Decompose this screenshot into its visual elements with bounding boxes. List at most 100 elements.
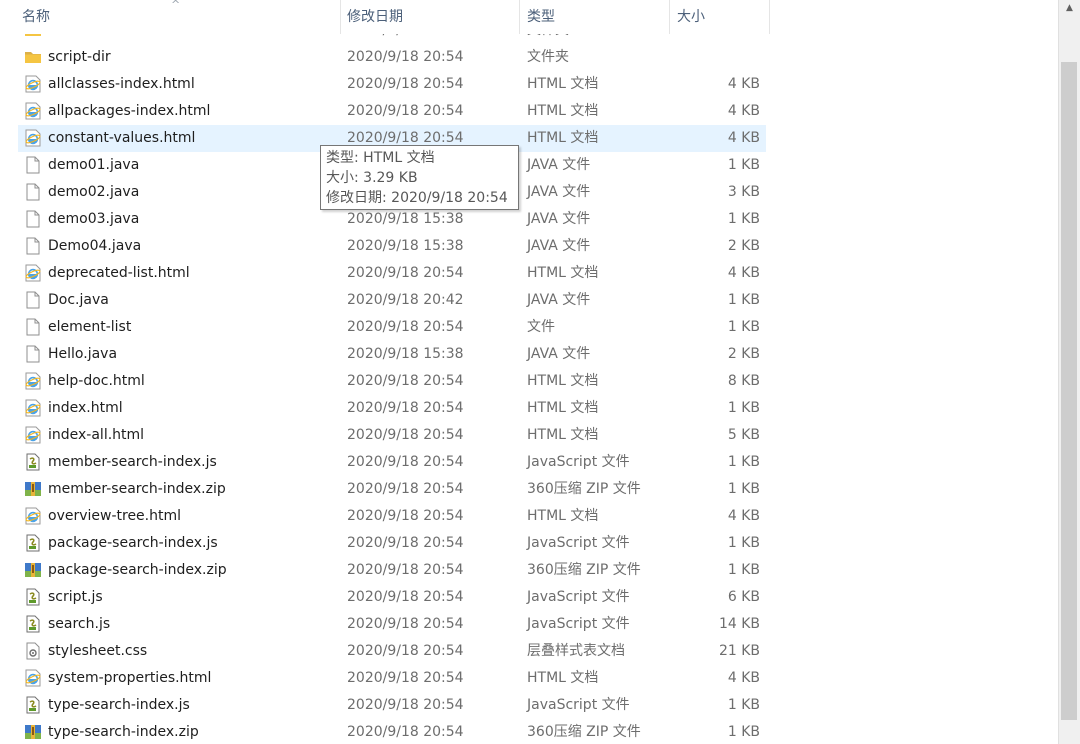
file-size: 1 KB [727,319,760,335]
file-type: JavaScript 文件 [527,454,630,470]
file-size: 14 KB [718,616,760,632]
zip-file-icon [24,480,42,498]
file-name: index-all.html [48,427,145,443]
file-name: index.html [48,400,123,416]
folder-file-icon [24,48,42,66]
column-name-label: 名称 [22,9,50,25]
file-row[interactable]: Demo04.java 2020/9/18 15:38 JAVA 文件 2 KB [0,233,1058,260]
file-size: 2 KB [727,238,760,254]
file-row[interactable]: demo03.java 2020/9/18 15:38 JAVA 文件 1 KB [0,206,1058,233]
file-row[interactable]: resources 2020/9/18 20:54 文件夹 [0,34,1058,44]
tooltip-type: 类型: HTML 文档 [326,150,435,166]
file-row[interactable]: element-list 2020/9/18 20:54 文件 1 KB [0,314,1058,341]
column-divider[interactable] [519,0,520,34]
file-size [672,34,760,44]
file-date: 2020/9/18 20:54 [347,481,464,497]
file-row[interactable]: type-search-index.zip 2020/9/18 20:54 360压… [0,719,1058,744]
file-date: 2020/9/18 20:54 [347,535,464,551]
file-name: help-doc.html [48,373,145,389]
file-name: search.js [48,616,111,632]
file-row[interactable]: allclasses-index.html 2020/9/18 20:54 HTML… [0,71,1058,98]
file-size: 1 KB [727,724,760,740]
file-size: 4 KB [727,670,760,686]
column-date-header[interactable]: 修改日期 [343,0,519,34]
column-divider[interactable] [340,0,341,34]
file-type: HTML 文档 [527,427,599,443]
file-type: 360压缩 ZIP 文件 [527,481,641,497]
file-size: 3 KB [727,184,760,200]
file-row[interactable]: index.html 2020/9/18 20:54 HTML 文档 1 KB [0,395,1058,422]
file-row[interactable]: allpackages-index.html 2020/9/18 20:54 HTM… [0,98,1058,125]
file-date: 2020/9/18 20:54 [347,724,464,740]
file-date: 2020/9/18 20:54 [347,427,464,443]
file-row[interactable]: Hello.java 2020/9/18 15:38 JAVA 文件 2 KB [0,341,1058,368]
file-row[interactable]: script-dir 2020/9/18 20:54 文件夹 [0,44,1058,71]
file-type: HTML 文档 [527,265,599,281]
file-row[interactable]: overview-tree.html 2020/9/18 20:54 HTML 文档… [0,503,1058,530]
file-row[interactable]: system-properties.html 2020/9/18 20:54 HTM… [0,665,1058,692]
file-size: 4 KB [727,130,760,146]
file-type: 层叠样式表文档 [527,643,625,659]
column-divider[interactable] [669,0,670,34]
html-file-icon [24,399,42,417]
zip-file-icon [24,723,42,741]
file-date: 2020/9/18 20:54 [347,34,464,44]
file-row[interactable]: Doc.java 2020/9/18 20:42 JAVA 文件 1 KB [0,287,1058,314]
file-name: type-search-index.js [48,697,190,713]
file-row[interactable]: member-search-index.js 2020/9/18 20:54 Jav… [0,449,1058,476]
file-name: demo02.java [48,184,140,200]
file-date: 2020/9/18 20:54 [347,643,464,659]
file-type: 文件 [527,319,555,335]
file-date: 2020/9/18 20:54 [347,697,464,713]
file-type: JavaScript 文件 [527,616,630,632]
file-row[interactable]: type-search-index.js 2020/9/18 20:54 JavaS… [0,692,1058,719]
file-name: element-list [48,319,132,335]
file-date: 2020/9/18 20:54 [347,265,464,281]
column-divider[interactable] [769,0,770,34]
file-date: 2020/9/18 20:54 [347,670,464,686]
scroll-up-arrow-icon[interactable]: ▲ [1059,0,1080,17]
file-name: Demo04.java [48,238,142,254]
file-file-icon [24,210,42,228]
file-row[interactable]: script.js 2020/9/18 20:54 JavaScript 文件 6 K… [0,584,1058,611]
file-row[interactable]: demo02.java2020/9/18 15:38JAVA 文件3 KB [0,179,1058,206]
file-size: 1 KB [727,697,760,713]
file-type: 文件夹 [527,34,569,44]
file-row[interactable]: member-search-index.zip 2020/9/18 20:54 36… [0,476,1058,503]
file-size: 1 KB [727,157,760,173]
column-type-header[interactable]: 类型 [523,0,669,34]
vertical-scrollbar[interactable]: ▲ [1058,0,1080,744]
file-row[interactable]: search.js 2020/9/18 20:54 JavaScript 文件 14 … [0,611,1058,638]
file-row[interactable]: package-search-index.js 2020/9/18 20:54 Ja… [0,530,1058,557]
column-date-label: 修改日期 [347,9,403,25]
file-name: package-search-index.zip [48,562,227,578]
file-type: JAVA 文件 [527,211,591,227]
file-name: allpackages-index.html [48,103,211,119]
scrollbar-thumb[interactable] [1061,62,1077,720]
file-row[interactable]: demo01.java2020/9/18 15:38JAVA 文件1 KB [0,152,1058,179]
file-name: package-search-index.js [48,535,218,551]
js-file-icon [24,588,42,606]
file-name: type-search-index.zip [48,724,199,740]
file-date: 2020/9/18 20:54 [347,373,464,389]
file-date: 2020/9/18 20:54 [347,589,464,605]
file-file-icon [24,291,42,309]
file-row[interactable]: stylesheet.css 2020/9/18 20:54 层叠样式表文档 21 K… [0,638,1058,665]
js-file-icon [24,615,42,633]
column-size-header[interactable]: 大小 [673,0,769,34]
file-row[interactable]: package-search-index.zip 2020/9/18 20:54 3… [0,557,1058,584]
html-file-icon [24,129,42,147]
file-file-icon [24,345,42,363]
file-row[interactable]: help-doc.html 2020/9/18 20:54 HTML 文档 8 KB [0,368,1058,395]
file-size: 8 KB [727,373,760,389]
file-row[interactable]: deprecated-list.html 2020/9/18 20:54 HTML … [0,260,1058,287]
file-type: HTML 文档 [527,103,599,119]
file-size [672,44,760,71]
file-name: deprecated-list.html [48,265,190,281]
tooltip-date: 修改日期: 2020/9/18 20:54 [326,190,508,206]
file-row[interactable]: index-all.html 2020/9/18 20:54 HTML 文档 5 KB [0,422,1058,449]
file-type: HTML 文档 [527,76,599,92]
sort-ascending-icon: ^ [171,0,181,11]
file-type: 360压缩 ZIP 文件 [527,724,641,740]
file-row[interactable]: constant-values.html 2020/9/18 20:54 HTML … [0,125,1058,152]
